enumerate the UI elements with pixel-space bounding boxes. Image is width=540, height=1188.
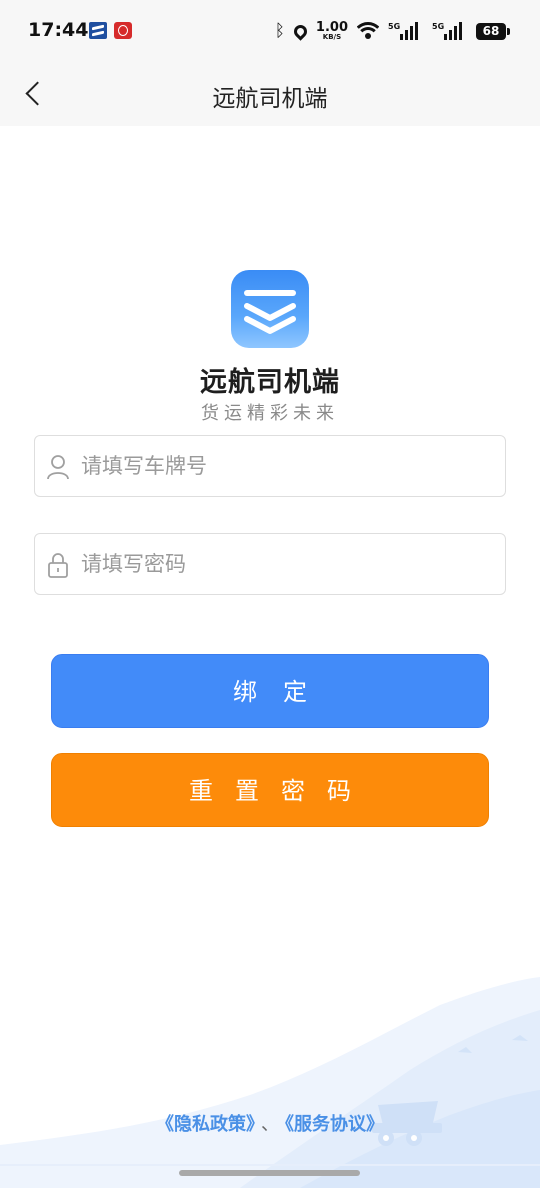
app-name: 远航司机端	[200, 367, 340, 398]
signal-icon: 5G	[388, 22, 423, 40]
link-separator: 、	[261, 1114, 279, 1135]
home-indicator[interactable]	[179, 1170, 360, 1176]
signal-icon-2: 5G	[432, 22, 467, 40]
service-agreement-link[interactable]: 《服务协议》	[285, 1114, 384, 1135]
app-slogan: 货运精彩未来	[201, 403, 339, 424]
password-field	[34, 533, 506, 595]
lock-icon	[48, 553, 68, 578]
status-time: 17:44	[28, 19, 89, 41]
bind-button[interactable]: 绑定	[51, 654, 489, 728]
app-notification-icon	[89, 22, 107, 39]
mountain-truck-illustration	[0, 977, 540, 1188]
footer-links: 《隐私政策》、《服务协议》	[0, 1110, 540, 1136]
signal-label: 5G	[388, 22, 401, 31]
nav-bar: 远航司机端	[0, 62, 540, 126]
status-bar: 17:44 ᛒ 1.00 KB/S 5G 5G 68	[0, 0, 540, 62]
wifi-icon	[357, 22, 379, 40]
status-icons: ᛒ 1.00 KB/S 5G 5G 68	[274, 20, 510, 42]
battery-icon: 68	[476, 22, 510, 40]
signal-label-2: 5G	[432, 22, 445, 31]
page-title: 远航司机端	[212, 86, 328, 112]
privacy-policy-link[interactable]: 《隐私政策》	[156, 1114, 255, 1135]
bluetooth-icon: ᛒ	[274, 21, 285, 41]
network-speed: 1.00 KB/S	[316, 21, 348, 41]
app-notification-icon-2	[114, 22, 132, 39]
plate-number-input[interactable]	[81, 436, 491, 495]
location-icon	[291, 22, 310, 41]
user-icon	[47, 455, 69, 480]
app-logo-icon	[231, 270, 309, 348]
password-input[interactable]	[81, 534, 491, 593]
plate-number-field	[34, 435, 506, 497]
reset-password-button[interactable]: 重置密码	[51, 753, 489, 827]
